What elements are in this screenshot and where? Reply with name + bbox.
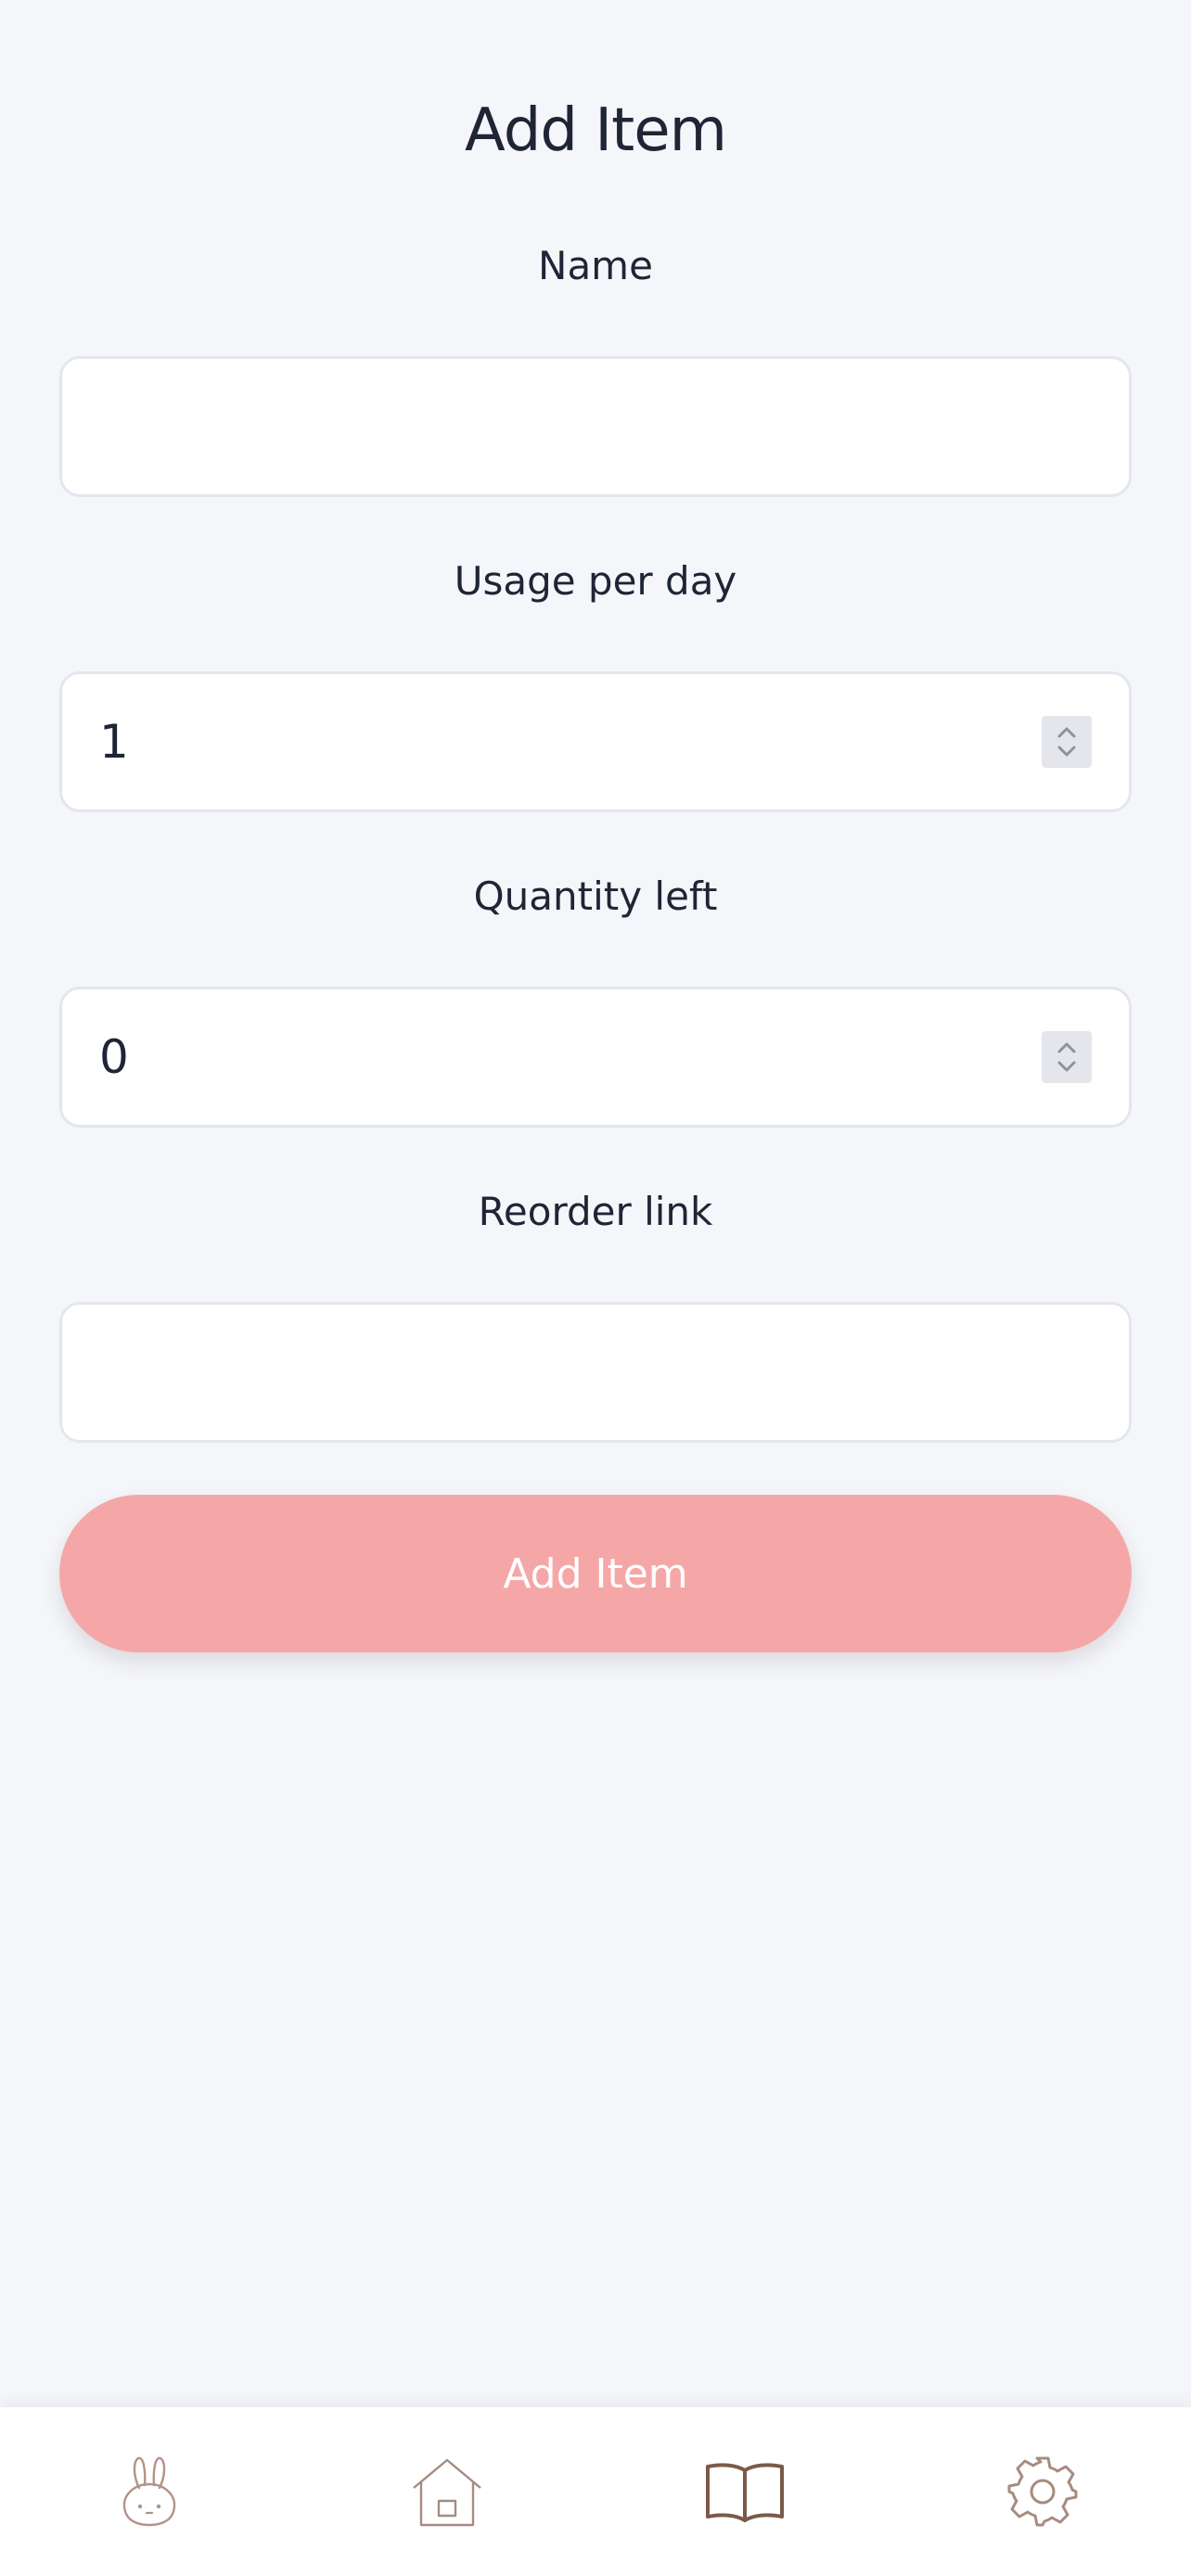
tab-settings[interactable] (893, 2407, 1191, 2576)
book-icon (705, 2463, 784, 2522)
page-title: Add Item (465, 96, 727, 165)
gear-icon (1007, 2456, 1077, 2527)
usage-per-day-stepper[interactable] (1042, 716, 1092, 768)
name-input[interactable] (59, 356, 1132, 497)
quantity-left-value: 0 (99, 1030, 129, 1084)
add-item-button[interactable]: Add Item (59, 1495, 1132, 1652)
bunny-icon (122, 2456, 175, 2527)
add-item-button-label: Add Item (503, 1549, 688, 1598)
usage-per-day-label: Usage per day (454, 558, 737, 604)
quantity-left-input[interactable]: 0 (59, 987, 1132, 1128)
quantity-left-label: Quantity left (473, 874, 718, 919)
reorder-link-input[interactable] (59, 1302, 1132, 1443)
home-icon (412, 2458, 481, 2527)
stepper-arrows-icon (1057, 727, 1076, 757)
stepper-arrows-icon (1057, 1042, 1076, 1072)
usage-per-day-value: 1 (99, 715, 129, 769)
usage-per-day-input[interactable]: 1 (59, 671, 1132, 812)
tab-home[interactable] (298, 2407, 596, 2576)
tab-bunny[interactable] (0, 2407, 298, 2576)
add-item-screen: Add Item Name Usage per day 1 Quantity l… (0, 0, 1191, 2576)
tab-book[interactable] (596, 2407, 893, 2576)
reorder-link-label: Reorder link (478, 1189, 713, 1234)
bottom-tab-bar (0, 2407, 1191, 2576)
name-label: Name (538, 243, 653, 288)
quantity-left-stepper[interactable] (1042, 1031, 1092, 1083)
